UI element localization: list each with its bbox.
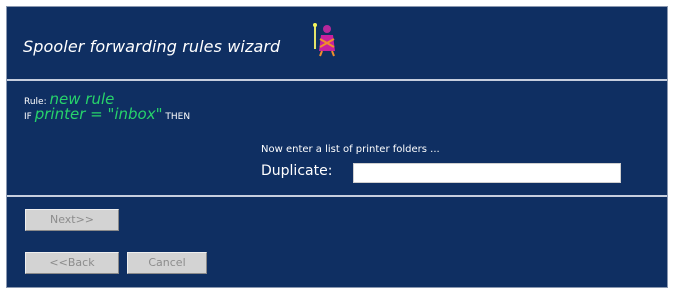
back-button[interactable]: <<Back bbox=[25, 252, 119, 274]
rule-condition-line: IF printer = "inbox" THEN bbox=[24, 105, 190, 123]
then-label: THEN bbox=[165, 112, 191, 122]
wizard-title: Spooler forwarding rules wizard bbox=[23, 37, 281, 56]
footer-divider bbox=[7, 195, 667, 197]
rule-condition: printer = "inbox" bbox=[34, 105, 163, 123]
instruction-text: Now enter a list of printer folders ... bbox=[261, 144, 440, 155]
if-label: IF bbox=[24, 112, 32, 122]
header-divider bbox=[7, 79, 667, 81]
duplicate-label: Duplicate: bbox=[261, 163, 333, 179]
cancel-button[interactable]: Cancel bbox=[127, 252, 207, 274]
next-button[interactable]: Next>> bbox=[25, 209, 119, 231]
wizard-panel: Spooler forwarding rules wizard Rule: ne… bbox=[6, 6, 668, 288]
wizard-figure-icon bbox=[313, 23, 335, 57]
duplicate-input[interactable] bbox=[353, 163, 621, 183]
